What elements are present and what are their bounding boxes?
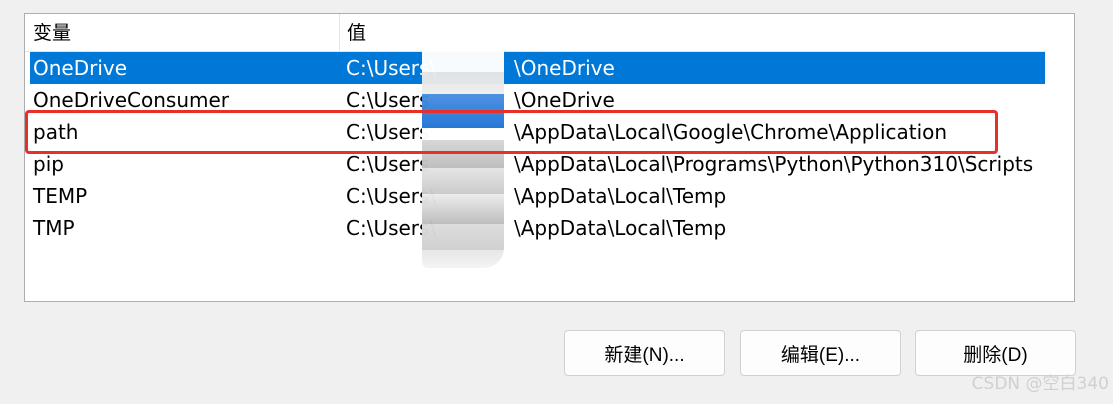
variable-value-suffix: \OneDrive (514, 56, 615, 80)
environment-variable-list[interactable]: 变量 值 OneDrive C:\Users\ \OneDrive OneDri… (24, 13, 1075, 302)
variable-value-suffix: \AppData\Local\Temp (514, 184, 727, 208)
edit-button[interactable]: 编辑(E)... (740, 330, 901, 376)
table-row[interactable]: OneDrive C:\Users\ \OneDrive (30, 52, 1045, 84)
annotation-highlight-box (25, 110, 998, 154)
list-header: 变量 值 (25, 14, 1045, 52)
variable-name: TEMP (33, 184, 88, 208)
variable-value-suffix: \AppData\Local\Temp (514, 216, 727, 240)
table-row[interactable]: TEMP C:\Users\ \AppData\Local\Temp (30, 180, 1045, 212)
column-header-variable[interactable]: 变量 (25, 14, 340, 51)
variable-name: TMP (33, 216, 75, 240)
new-button[interactable]: 新建(N)... (564, 330, 725, 376)
watermark: CSDN @空白340 (971, 374, 1109, 394)
table-row[interactable]: TMP C:\Users\ \AppData\Local\Temp (30, 212, 1045, 244)
variable-name: OneDrive (33, 56, 128, 80)
